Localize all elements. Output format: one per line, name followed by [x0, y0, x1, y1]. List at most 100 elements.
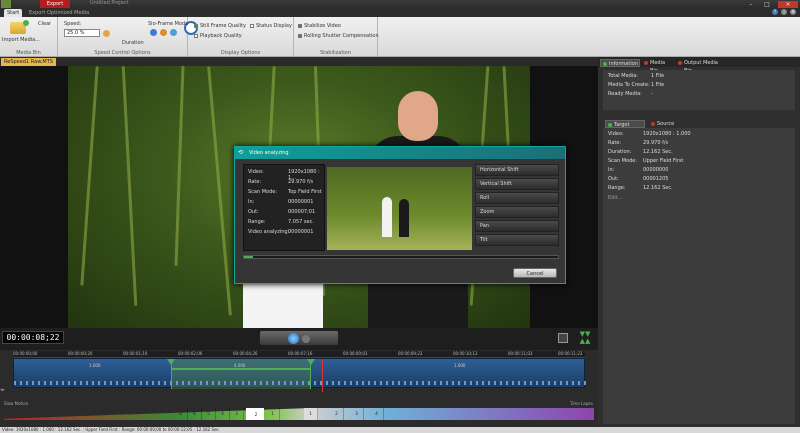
- minimize-icon[interactable]: –: [744, 1, 758, 8]
- stabilize-video-check[interactable]: [298, 23, 302, 28]
- in-marker-icon[interactable]: [167, 359, 175, 365]
- stop-button[interactable]: [302, 335, 310, 343]
- clear-button[interactable]: Clear: [38, 21, 51, 27]
- still-frame-quality[interactable]: Still Frame Quality: [194, 23, 246, 29]
- speed-cell[interactable]: 4: [370, 408, 384, 420]
- tab-media-bin[interactable]: Media Bin: [642, 59, 674, 74]
- media-bin-group-label: Media Bin: [16, 50, 41, 56]
- analysis-progress-bar: [243, 255, 559, 259]
- summary-key: Ready Media:: [608, 91, 642, 97]
- speed-cell[interactable]: 8: [174, 408, 188, 420]
- speed-cell[interactable]: 1: [304, 408, 318, 420]
- time-tick: 00:00:11;03: [508, 351, 533, 356]
- status-display-check[interactable]: [250, 23, 254, 28]
- info-key: Out:: [248, 209, 259, 215]
- speed-cell[interactable]: 4: [216, 408, 230, 420]
- zoom-arrows-icon[interactable]: ▼▼ ▲▲: [577, 331, 593, 345]
- maximize-icon[interactable]: □: [760, 1, 774, 8]
- detail-value: 1920x1080 : 1.000: [643, 131, 691, 137]
- speed-cell[interactable]: 1: [266, 408, 280, 420]
- dialog-title: Video analyzing: [235, 147, 565, 159]
- segment-speed-label: 1.000: [454, 363, 466, 368]
- tab-target-media[interactable]: Target Media: [605, 120, 645, 136]
- info-icon[interactable]: i: [781, 9, 787, 15]
- export-title-tab[interactable]: Export: [40, 0, 70, 8]
- output-media-icon: [678, 61, 682, 65]
- display-options-group: Still Frame Quality Status Display Playb…: [188, 17, 294, 57]
- out-marker-icon[interactable]: [307, 359, 315, 365]
- horizontal-shift-graph: Horizontal Shift: [475, 164, 559, 176]
- app-icon[interactable]: [1, 0, 11, 8]
- detail-value: Upper Field First: [643, 158, 684, 164]
- segment-speed-label: 1.000: [89, 363, 101, 368]
- info-value: 000007;01: [288, 209, 316, 215]
- rolling-shutter-option[interactable]: Rolling Shutter Compensation: [298, 33, 379, 39]
- close-icon[interactable]: ✕: [778, 1, 798, 8]
- file-tab[interactable]: ReSpeed1 Raw.MTS: [1, 58, 56, 66]
- speed-ramp-bar[interactable]: [4, 408, 594, 420]
- stabilize-video-label: Stabilize Video: [304, 23, 341, 29]
- roll-graph: Roll: [475, 192, 559, 204]
- playback-quality-check[interactable]: [194, 33, 198, 38]
- cancel-button[interactable]: Cancel: [513, 268, 557, 278]
- timeline: 00:00:00;00 00:00:00;20 00:00:01;10 00:0…: [0, 350, 598, 395]
- time-tick: 00:00:09;23: [398, 351, 423, 356]
- frame-mode-icon-3[interactable]: [170, 29, 177, 36]
- speed-cell[interactable]: 6: [188, 408, 202, 420]
- still-frame-check[interactable]: [194, 23, 198, 28]
- time-tick: 00:00:09;03: [343, 351, 368, 356]
- status-display[interactable]: Status Display: [250, 23, 292, 29]
- speed-cell[interactable]: 3: [230, 408, 244, 420]
- groom-face: [398, 91, 438, 141]
- zoom-graph: Zoom: [475, 206, 559, 218]
- ribbon-tab-bar: Start Export Optimized Media ? i ⚙: [0, 8, 800, 17]
- play-button[interactable]: [288, 333, 299, 344]
- speed-cell[interactable]: 5: [202, 408, 216, 420]
- detail-key: Rate:: [608, 140, 622, 146]
- speed-cell[interactable]: 2: [330, 408, 344, 420]
- detail-key: Range:: [608, 185, 626, 191]
- edit-link[interactable]: Edit...: [608, 195, 622, 201]
- status-bar: Video: 1920x1080 : 1.000 : 12.162 Sec. :…: [0, 427, 800, 433]
- speed-strip: Slow Motion Time Lapse 8 6 5 4 3 2 1 1 2…: [0, 392, 598, 427]
- playhead[interactable]: [322, 359, 323, 395]
- import-media-icon[interactable]: [10, 20, 29, 34]
- summary-value: 1 File: [651, 73, 665, 79]
- settings-icon[interactable]: ⚙: [790, 9, 796, 15]
- speed-preset-icon[interactable]: [103, 30, 110, 37]
- info-value: 00000001: [288, 229, 314, 235]
- playback-quality[interactable]: Playback Quality: [194, 33, 242, 39]
- willow-branch: [207, 66, 232, 316]
- duration-button[interactable]: Duration: [122, 40, 144, 46]
- window-title: Untitled Project: [90, 0, 129, 6]
- tab-information[interactable]: Information: [600, 59, 640, 67]
- status-display-label: Status Display: [256, 23, 292, 29]
- help-icon[interactable]: ?: [772, 9, 778, 15]
- tab-output-media-bin[interactable]: Output Media Bin: [676, 59, 722, 74]
- tab-source-media[interactable]: Source Media: [649, 120, 689, 135]
- vertical-shift-graph: Vertical Shift: [475, 178, 559, 190]
- tab-export-optimized-media[interactable]: Export Optimized Media: [26, 9, 92, 17]
- detail-value: 00001205: [643, 176, 669, 182]
- rolling-shutter-check[interactable]: [298, 33, 302, 38]
- analysis-preview-thumbnail: [327, 167, 472, 250]
- detail-value: 12.162 Sec.: [643, 149, 673, 155]
- time-tick: 00:00:07;16: [288, 351, 313, 356]
- stabilization-group-label: Stabilization: [320, 50, 351, 56]
- speed-cell-selected[interactable]: 2: [246, 408, 264, 420]
- video-track[interactable]: 1.000 4.000 1.000: [13, 358, 586, 395]
- speed-cell[interactable]: 3: [350, 408, 364, 420]
- frame-mode-icon-1[interactable]: [150, 29, 157, 36]
- import-media-button[interactable]: Import Media...: [2, 37, 40, 43]
- progress-fill: [244, 256, 254, 258]
- right-panel-tabs: Information Media Bin Output Media Bin: [598, 57, 800, 74]
- info-key: Range:: [248, 219, 266, 225]
- source-media-icon: [651, 122, 655, 126]
- frame-mode-icon-2[interactable]: [160, 29, 167, 36]
- info-key: Scan Mode:: [248, 189, 278, 195]
- speed-select[interactable]: 25.0 %: [64, 29, 100, 37]
- info-value: 29.970 f/s: [288, 179, 314, 185]
- view-mode-button[interactable]: [558, 333, 568, 343]
- stabilize-video-option[interactable]: Stabilize Video: [298, 23, 341, 29]
- tab-start[interactable]: Start: [4, 9, 23, 17]
